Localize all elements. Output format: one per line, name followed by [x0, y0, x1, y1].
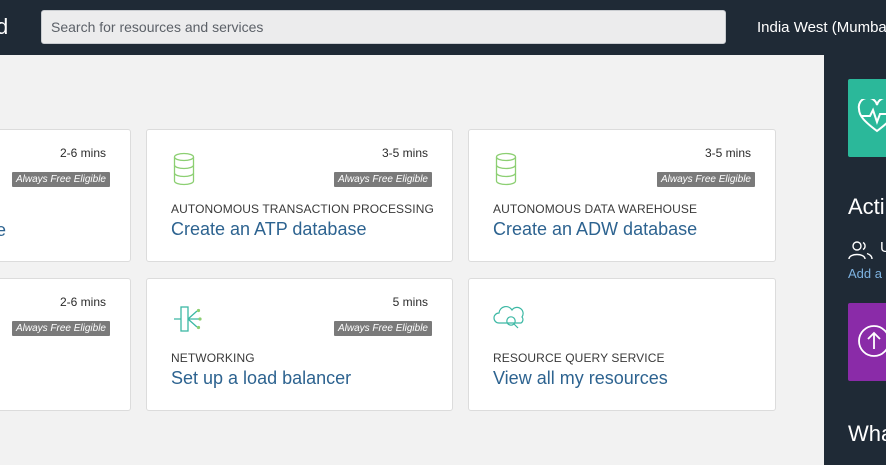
quick-action-card-atp[interactable]: 3-5 mins Always Free Eligible AUTONOMOUS…	[146, 129, 453, 262]
quick-action-card-partial[interactable]: 2-6 mins Always Free Eligible	[0, 278, 131, 411]
quick-action-card-resource-query[interactable]: RESOURCE QUERY SERVICE View all my resou…	[468, 278, 776, 411]
quick-action-card-adw[interactable]: 3-5 mins Always Free Eligible AUTONOMOUS…	[468, 129, 776, 262]
always-free-badge: Always Free Eligible	[11, 321, 110, 336]
always-free-badge: Always Free Eligible	[333, 321, 432, 336]
database-icon	[495, 152, 517, 186]
card-category: AUTONOMOUS TRANSACTION PROCESSING	[171, 202, 434, 216]
duration-label: 5 mins	[392, 295, 428, 309]
card-category: NETWORKING	[171, 351, 255, 365]
quick-action-card-compute[interactable]: 2-6 mins Always Free Eligible ce	[0, 129, 131, 262]
always-free-badge: Always Free Eligible	[656, 172, 755, 187]
create-atp-link[interactable]: Create an ATP database	[171, 219, 366, 240]
upload-tile[interactable]	[848, 303, 886, 381]
whats-new-heading: Wha	[848, 421, 886, 446]
brand-name[interactable]: d	[0, 13, 8, 41]
duration-label: 3-5 mins	[381, 146, 428, 160]
activity-heading: Acti	[848, 194, 885, 219]
quick-action-card-networking[interactable]: 5 mins Always Free Eligible NETWORKING S…	[146, 278, 453, 411]
right-panel: Acti U Add a Wha	[824, 55, 886, 465]
card-category: AUTONOMOUS DATA WAREHOUSE	[493, 202, 698, 216]
search-input[interactable]	[41, 10, 726, 44]
card-category: RESOURCE QUERY SERVICE	[493, 351, 665, 365]
heart-pulse-icon	[857, 99, 886, 133]
duration-label: 2-6 mins	[59, 295, 106, 309]
duration-label: 2-6 mins	[59, 146, 106, 160]
add-user-link[interactable]: Add a	[848, 266, 882, 281]
health-tile[interactable]	[848, 79, 886, 157]
upload-arrow-icon	[858, 325, 886, 357]
always-free-badge: Always Free Eligible	[333, 172, 432, 187]
card-action-link[interactable]: ce	[0, 220, 6, 241]
database-icon	[173, 152, 195, 186]
cloud-search-icon	[493, 305, 524, 329]
always-free-badge: Always Free Eligible	[11, 172, 110, 187]
view-resources-link[interactable]: View all my resources	[493, 368, 668, 389]
user-label: U	[880, 239, 886, 256]
setup-load-balancer-link[interactable]: Set up a load balancer	[171, 368, 351, 389]
top-bar: d India West (Mumbai)	[0, 0, 886, 55]
region-selector[interactable]: India West (Mumbai)	[757, 18, 886, 38]
create-adw-link[interactable]: Create an ADW database	[493, 219, 697, 240]
users-icon	[848, 241, 873, 260]
duration-label: 3-5 mins	[704, 146, 751, 160]
load-balancer-icon	[174, 306, 202, 332]
